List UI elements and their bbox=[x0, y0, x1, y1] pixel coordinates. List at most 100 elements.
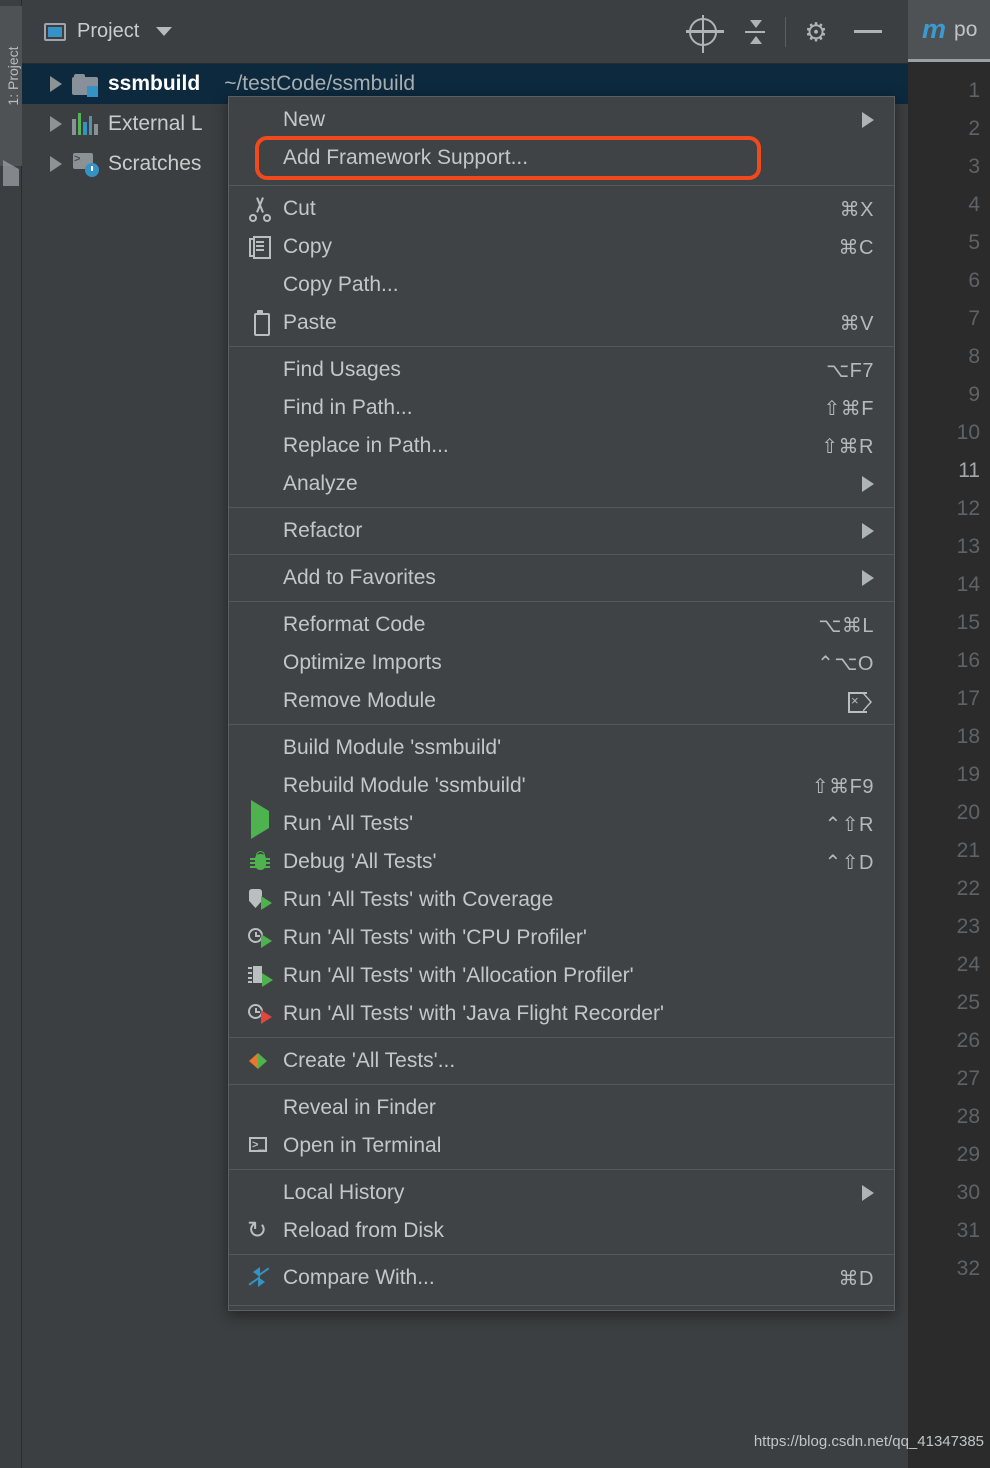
chevron-right-icon[interactable] bbox=[50, 156, 62, 172]
menu-item-label: New bbox=[283, 108, 326, 131]
line-number: 28 bbox=[956, 1105, 980, 1128]
tool-window-button-project[interactable]: 1: Project bbox=[0, 6, 22, 166]
menu-item-label: Local History bbox=[283, 1181, 405, 1204]
line-number: 18 bbox=[956, 725, 980, 748]
menu-item-debug-all-tests[interactable]: Debug 'All Tests' ⌃⇧D bbox=[229, 843, 894, 881]
line-number: 17 bbox=[956, 687, 980, 710]
gear-icon: ⚙ bbox=[804, 16, 828, 47]
menu-divider bbox=[229, 507, 894, 508]
menu-item-shortcut: ⌘V bbox=[839, 312, 874, 335]
menu-divider bbox=[229, 724, 894, 725]
menu-item-label: Run 'All Tests' with 'Allocation Profile… bbox=[283, 964, 634, 987]
line-number: 31 bbox=[956, 1219, 980, 1242]
menu-item-label: Build Module 'ssmbuild' bbox=[283, 736, 502, 759]
menu-item-rebuild-module[interactable]: Rebuild Module 'ssmbuild' ⇧⌘F9 bbox=[229, 767, 894, 805]
menu-item-optimize-imports[interactable]: Optimize Imports ⌃⌥O bbox=[229, 644, 894, 682]
menu-divider bbox=[229, 1254, 894, 1255]
menu-item-shortcut: ⌘X bbox=[839, 198, 874, 221]
menu-item-label: Replace in Path... bbox=[283, 434, 449, 457]
line-number: 3 bbox=[968, 155, 980, 178]
menu-item-run-with-cpu-profiler[interactable]: Run 'All Tests' with 'CPU Profiler' bbox=[229, 919, 894, 957]
menu-item-paste[interactable]: Paste ⌘V bbox=[229, 304, 894, 342]
menu-item-label: Find Usages bbox=[283, 358, 401, 381]
line-number: 26 bbox=[956, 1029, 980, 1052]
menu-item-remove-module[interactable]: Remove Module × bbox=[229, 682, 894, 720]
line-number: 8 bbox=[968, 345, 980, 368]
menu-item-add-framework-support[interactable]: Add Framework Support... bbox=[229, 139, 894, 177]
menu-item-run-with-coverage[interactable]: Run 'All Tests' with Coverage bbox=[229, 881, 894, 919]
menu-item-reveal-in-finder[interactable]: Reveal in Finder bbox=[229, 1089, 894, 1127]
collapse-all-button[interactable] bbox=[729, 8, 781, 56]
chevron-right-icon[interactable] bbox=[50, 116, 62, 132]
menu-item-analyze[interactable]: Analyze bbox=[229, 465, 894, 503]
menu-item-build-module[interactable]: Build Module 'ssmbuild' bbox=[229, 729, 894, 767]
menu-item-copy[interactable]: Copy ⌘C bbox=[229, 228, 894, 266]
chevron-down-icon[interactable] bbox=[156, 27, 173, 36]
tree-item-label: ssmbuild bbox=[108, 72, 201, 95]
menu-item-label: Find in Path... bbox=[283, 396, 413, 419]
menu-divider bbox=[229, 185, 894, 186]
menu-item-label: Run 'All Tests' with Coverage bbox=[283, 888, 554, 911]
line-number: 2 bbox=[968, 117, 980, 140]
module-folder-icon bbox=[72, 73, 98, 97]
tool-window-strip: 1: Project bbox=[0, 0, 22, 1468]
menu-item-copy-path[interactable]: Copy Path... bbox=[229, 266, 894, 304]
line-number: 12 bbox=[956, 497, 980, 520]
line-number: 27 bbox=[956, 1067, 980, 1090]
menu-item-shortcut: ⌥F7 bbox=[826, 359, 874, 382]
menu-item-add-to-favorites[interactable]: Add to Favorites bbox=[229, 559, 894, 597]
line-number: 13 bbox=[956, 535, 980, 558]
menu-item-label: Optimize Imports bbox=[283, 651, 442, 674]
line-number: 20 bbox=[956, 801, 980, 824]
editor-tab-pom[interactable]: m po bbox=[908, 0, 990, 62]
watermark: https://blog.csdn.net/qq_41347385 bbox=[753, 1433, 984, 1450]
line-number: 24 bbox=[956, 953, 980, 976]
menu-item-reformat-code[interactable]: Reformat Code ⌥⌘L bbox=[229, 606, 894, 644]
tree-item-path: ~/testCode/ssmbuild bbox=[224, 72, 416, 95]
menu-item-shortcut: ⌘C bbox=[838, 236, 874, 259]
create-run-config-icon bbox=[247, 1048, 273, 1074]
settings-button[interactable]: ⚙ bbox=[790, 8, 842, 56]
menu-item-compare-with[interactable]: Compare With... ⌘D bbox=[229, 1259, 894, 1297]
delete-key-icon: × bbox=[848, 690, 874, 713]
menu-item-label: Reload from Disk bbox=[283, 1219, 445, 1242]
line-number: 30 bbox=[956, 1181, 980, 1204]
paste-icon bbox=[247, 310, 273, 336]
project-panel-toolbar: Project ⚙ bbox=[22, 0, 908, 64]
line-number: 6 bbox=[968, 269, 980, 292]
menu-item-run-with-java-flight-recorder[interactable]: Run 'All Tests' with 'Java Flight Record… bbox=[229, 995, 894, 1033]
target-icon bbox=[686, 14, 724, 53]
line-number: 15 bbox=[956, 611, 980, 634]
menu-item-find-usages[interactable]: Find Usages ⌥F7 bbox=[229, 351, 894, 389]
menu-item-new[interactable]: New bbox=[229, 101, 894, 139]
line-number: 23 bbox=[956, 915, 980, 938]
menu-item-open-in-terminal[interactable]: >_ Open in Terminal bbox=[229, 1127, 894, 1165]
compare-icon bbox=[247, 1265, 273, 1291]
menu-item-replace-in-path[interactable]: Replace in Path... ⇧⌘R bbox=[229, 427, 894, 465]
project-icon bbox=[44, 22, 66, 41]
menu-item-find-in-path[interactable]: Find in Path... ⇧⌘F bbox=[229, 389, 894, 427]
menu-item-label: Run 'All Tests' with 'Java Flight Record… bbox=[283, 1002, 664, 1025]
menu-item-create-all-tests[interactable]: Create 'All Tests'... bbox=[229, 1042, 894, 1080]
tool-window-button-project-label: 1: Project bbox=[5, 46, 21, 106]
menu-item-run-all-tests[interactable]: Run 'All Tests' ⌃⇧R bbox=[229, 800, 894, 843]
submenu-arrow-icon bbox=[862, 1185, 874, 1201]
menu-item-label: Add to Favorites bbox=[283, 566, 436, 589]
line-number: 7 bbox=[968, 307, 980, 330]
minimize-icon bbox=[854, 30, 882, 33]
menu-item-reload-from-disk[interactable]: ↻ Reload from Disk bbox=[229, 1212, 894, 1250]
menu-item-label: Analyze bbox=[283, 472, 358, 495]
line-number: 10 bbox=[956, 421, 980, 444]
line-number: 19 bbox=[956, 763, 980, 786]
menu-item-refactor[interactable]: Refactor bbox=[229, 512, 894, 550]
menu-item-local-history[interactable]: Local History bbox=[229, 1174, 894, 1212]
menu-item-cut[interactable]: Cut ⌘X bbox=[229, 190, 894, 228]
project-panel-title-group[interactable]: Project bbox=[22, 20, 173, 43]
locate-file-button[interactable] bbox=[677, 8, 729, 56]
hide-button[interactable] bbox=[842, 8, 894, 56]
menu-divider bbox=[229, 1305, 894, 1306]
line-number: 21 bbox=[956, 839, 980, 862]
menu-item-label: Open in Terminal bbox=[283, 1134, 442, 1157]
chevron-right-icon[interactable] bbox=[50, 76, 62, 92]
menu-item-run-with-allocation-profiler[interactable]: Run 'All Tests' with 'Allocation Profile… bbox=[229, 957, 894, 995]
